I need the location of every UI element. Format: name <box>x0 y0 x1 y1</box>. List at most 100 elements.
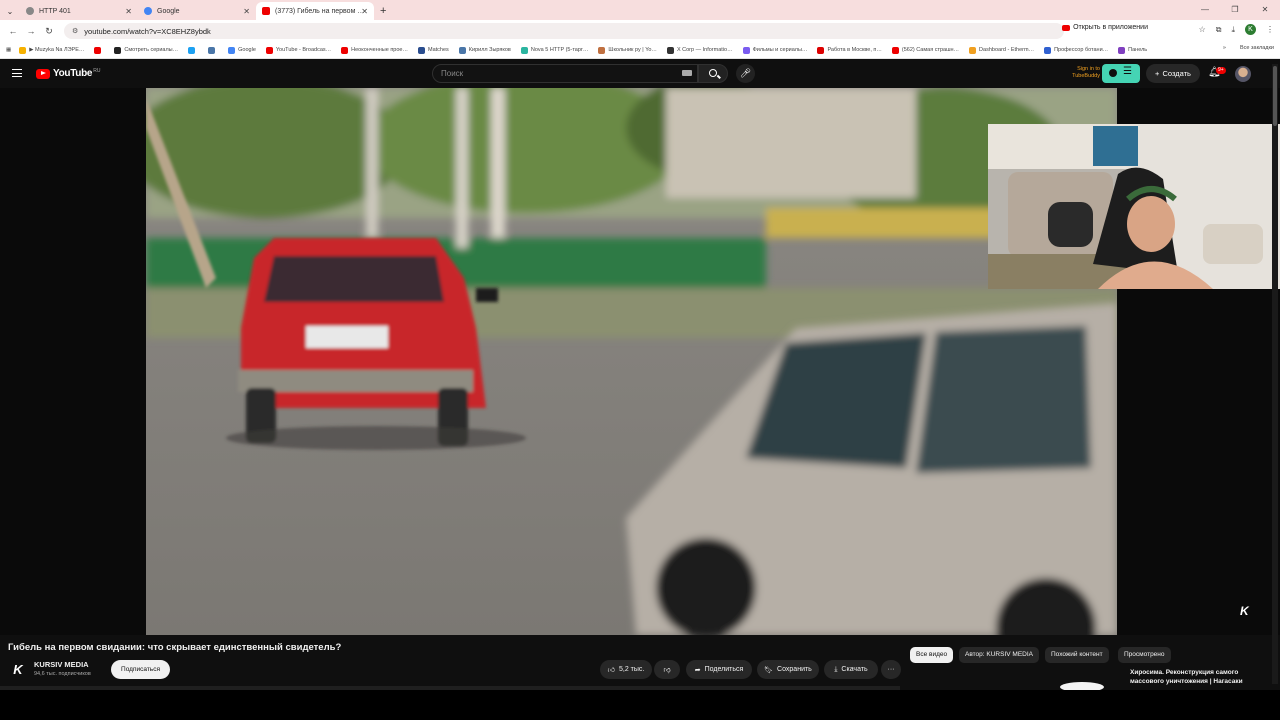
plus-icon: + <box>1155 69 1160 78</box>
video-player[interactable] <box>146 88 1117 635</box>
save-button[interactable]: 🔖︎ Сохранить <box>757 660 819 679</box>
tab-label: HTTP 401 <box>39 7 71 15</box>
share-button[interactable]: ➦ Поделиться <box>686 660 752 679</box>
maximize-icon[interactable]: ❐ <box>1220 0 1250 20</box>
download-icon: ⤓ <box>834 665 838 673</box>
url-text: youtube.com/watch?v=XC8EHZ8ybdk <box>84 26 211 36</box>
bookmarks-bar: ▦ ▶ Muzyka Na ЛЭРЕ… Смотреть сериалы… Go… <box>0 42 1280 59</box>
download-icon[interactable]: ⤓ <box>1231 25 1235 35</box>
avatar[interactable] <box>1235 66 1251 82</box>
tab-label: Google <box>157 7 180 15</box>
bookmark[interactable]: Кирилл Зыряков <box>458 46 511 54</box>
chevron-right-icon[interactable]: » <box>1223 45 1226 51</box>
bookmark[interactable]: Dashboard - Etherm… <box>969 46 1034 54</box>
bookmark[interactable]: Смотреть сериалы… <box>114 46 178 54</box>
bookmark[interactable]: Школьник ру | Yo… <box>598 46 657 54</box>
bookmarks-overflow: » Все закладки <box>1223 45 1274 51</box>
filter-related[interactable]: Похожий контент <box>1045 647 1109 663</box>
tubebuddy-signin[interactable]: Sign in to TubeBuddy <box>1060 66 1100 80</box>
close-icon[interactable]: ✕ <box>361 7 368 16</box>
bookmark[interactable]: Фильмы и сериалы… <box>742 46 807 54</box>
channel-watermark[interactable]: K <box>1240 604 1249 618</box>
bookmark[interactable]: Google <box>228 46 256 54</box>
forward-icon[interactable]: → <box>22 26 40 36</box>
profile-icon[interactable]: K <box>1245 24 1256 35</box>
bookmark[interactable]: Неоконченные прое… <box>341 46 408 54</box>
all-bookmarks[interactable]: Все закладки <box>1240 45 1274 51</box>
google-icon <box>144 7 152 15</box>
bookmark[interactable] <box>94 46 104 54</box>
thumbs-up-icon: 👍︎ <box>607 667 615 674</box>
tab-youtube[interactable]: (3773) Гибель на первом … ✕ <box>256 2 374 20</box>
bookmark[interactable]: YouTube - Broadcas… <box>265 46 331 54</box>
like-button[interactable]: 👍︎ 5,2 тыс. <box>600 660 652 679</box>
bookmark[interactable]: Панель <box>1118 46 1147 54</box>
microphone-icon[interactable]: 🎤︎ <box>736 64 755 83</box>
filter-all[interactable]: Все видео <box>910 647 954 663</box>
youtube-icon <box>1062 24 1071 31</box>
url-input[interactable]: ⚙ youtube.com/watch?v=XC8EHZ8ybdk <box>64 23 1064 39</box>
apps-icon[interactable]: ▦ <box>6 47 11 53</box>
channel-name[interactable]: KURSIV MEDIA <box>34 660 89 669</box>
filter-watched[interactable]: Просмотрено <box>1118 647 1171 663</box>
download-button[interactable]: ⤓ Скачать <box>824 660 878 679</box>
bookmark[interactable]: Профессор ботани… <box>1044 46 1108 54</box>
more-icon: ··· <box>887 666 895 673</box>
bookmark[interactable]: Nova 5 HTTP (5-тарг… <box>520 46 588 54</box>
bookmark[interactable]: Работа в Москве, п… <box>817 46 882 54</box>
recommendation-title[interactable]: Хиросима. Реконструкция самого массового… <box>1130 668 1260 686</box>
youtube-logo[interactable]: YouTube RU <box>36 68 100 79</box>
globe-icon <box>26 7 34 15</box>
thumbs-down-icon: 👎︎ <box>663 667 671 674</box>
bookmark[interactable]: (562) Самая страшн… <box>891 46 959 54</box>
tubebuddy-button[interactable] <box>1102 64 1140 83</box>
search-input[interactable]: Поиск <box>432 64 698 83</box>
more-actions-button[interactable]: ··· <box>881 660 901 679</box>
new-tab-button[interactable]: + <box>380 2 386 20</box>
open-in-app-label: Открыть в приложении <box>1073 24 1148 31</box>
reload-icon[interactable]: ↻ <box>40 26 58 37</box>
keyboard-icon[interactable] <box>682 70 692 76</box>
bookmark[interactable]: Matches <box>418 46 449 54</box>
extensions-icon[interactable]: ⧉ <box>1216 25 1222 35</box>
create-button[interactable]: + Создать <box>1146 64 1200 83</box>
close-icon[interactable]: ✕ <box>243 7 250 16</box>
scrollbar-thumb[interactable] <box>1273 66 1277 126</box>
bookmark[interactable]: ▶ Muzyka Na ЛЭРЕ… <box>19 46 84 54</box>
minimize-icon[interactable]: — <box>1190 0 1220 20</box>
notification-badge: 9+ <box>1216 67 1226 74</box>
open-in-app-button[interactable]: Открыть в приложении <box>1062 24 1148 31</box>
recommendation-thumbnail[interactable] <box>1060 668 1122 690</box>
site-info-icon[interactable]: ⚙ <box>72 27 78 35</box>
tab-label: (3773) Гибель на первом … <box>275 7 365 15</box>
window-controls: — ❐ ✕ <box>1190 0 1280 20</box>
close-window-icon[interactable]: ✕ <box>1250 0 1280 20</box>
share-icon: ➦ <box>694 666 701 674</box>
subscribe-button[interactable]: Подписаться <box>111 660 170 679</box>
close-icon[interactable]: ✕ <box>125 7 132 16</box>
bookmark[interactable] <box>188 46 198 54</box>
menu-icon[interactable]: ⋮ <box>1266 25 1274 34</box>
youtube-icon <box>262 7 270 15</box>
scrollbar-track[interactable] <box>1272 64 1278 684</box>
video-frame <box>146 88 1117 635</box>
youtube-header: YouTube RU Поиск 🎤︎ Sign in to TubeBuddy… <box>0 59 1280 88</box>
video-title: Гибель на первом свидании: что скрывает … <box>8 642 342 653</box>
menu-icon[interactable] <box>12 69 22 77</box>
tab-search-icon[interactable]: ⌄ <box>0 2 20 20</box>
dislike-button[interactable]: 👎︎ <box>654 660 680 679</box>
tab-http-401[interactable]: HTTP 401 ✕ <box>20 2 138 20</box>
bookmark[interactable] <box>208 46 218 54</box>
channel-logo[interactable]: K <box>8 659 28 679</box>
webcam-overlay <box>988 124 1280 289</box>
back-icon[interactable]: ← <box>4 26 22 36</box>
bookmark[interactable]: X Corp — Informatio… <box>666 46 733 54</box>
tab-google[interactable]: Google ✕ <box>138 2 256 20</box>
star-icon[interactable]: ☆ <box>1199 25 1206 34</box>
address-actions: ☆ ⧉ ⤓ K ⋮ <box>1199 24 1274 35</box>
filter-author[interactable]: Автор: KURSIV MEDIA <box>959 647 1039 663</box>
bookmark-icon: 🔖︎ <box>764 666 774 674</box>
search-button[interactable] <box>698 64 728 83</box>
tab-strip: ⌄ HTTP 401 ✕ Google ✕ (3773) Гибель на п… <box>0 0 1280 20</box>
subscriber-count: 94,6 тыс. подписчиков <box>34 671 91 677</box>
